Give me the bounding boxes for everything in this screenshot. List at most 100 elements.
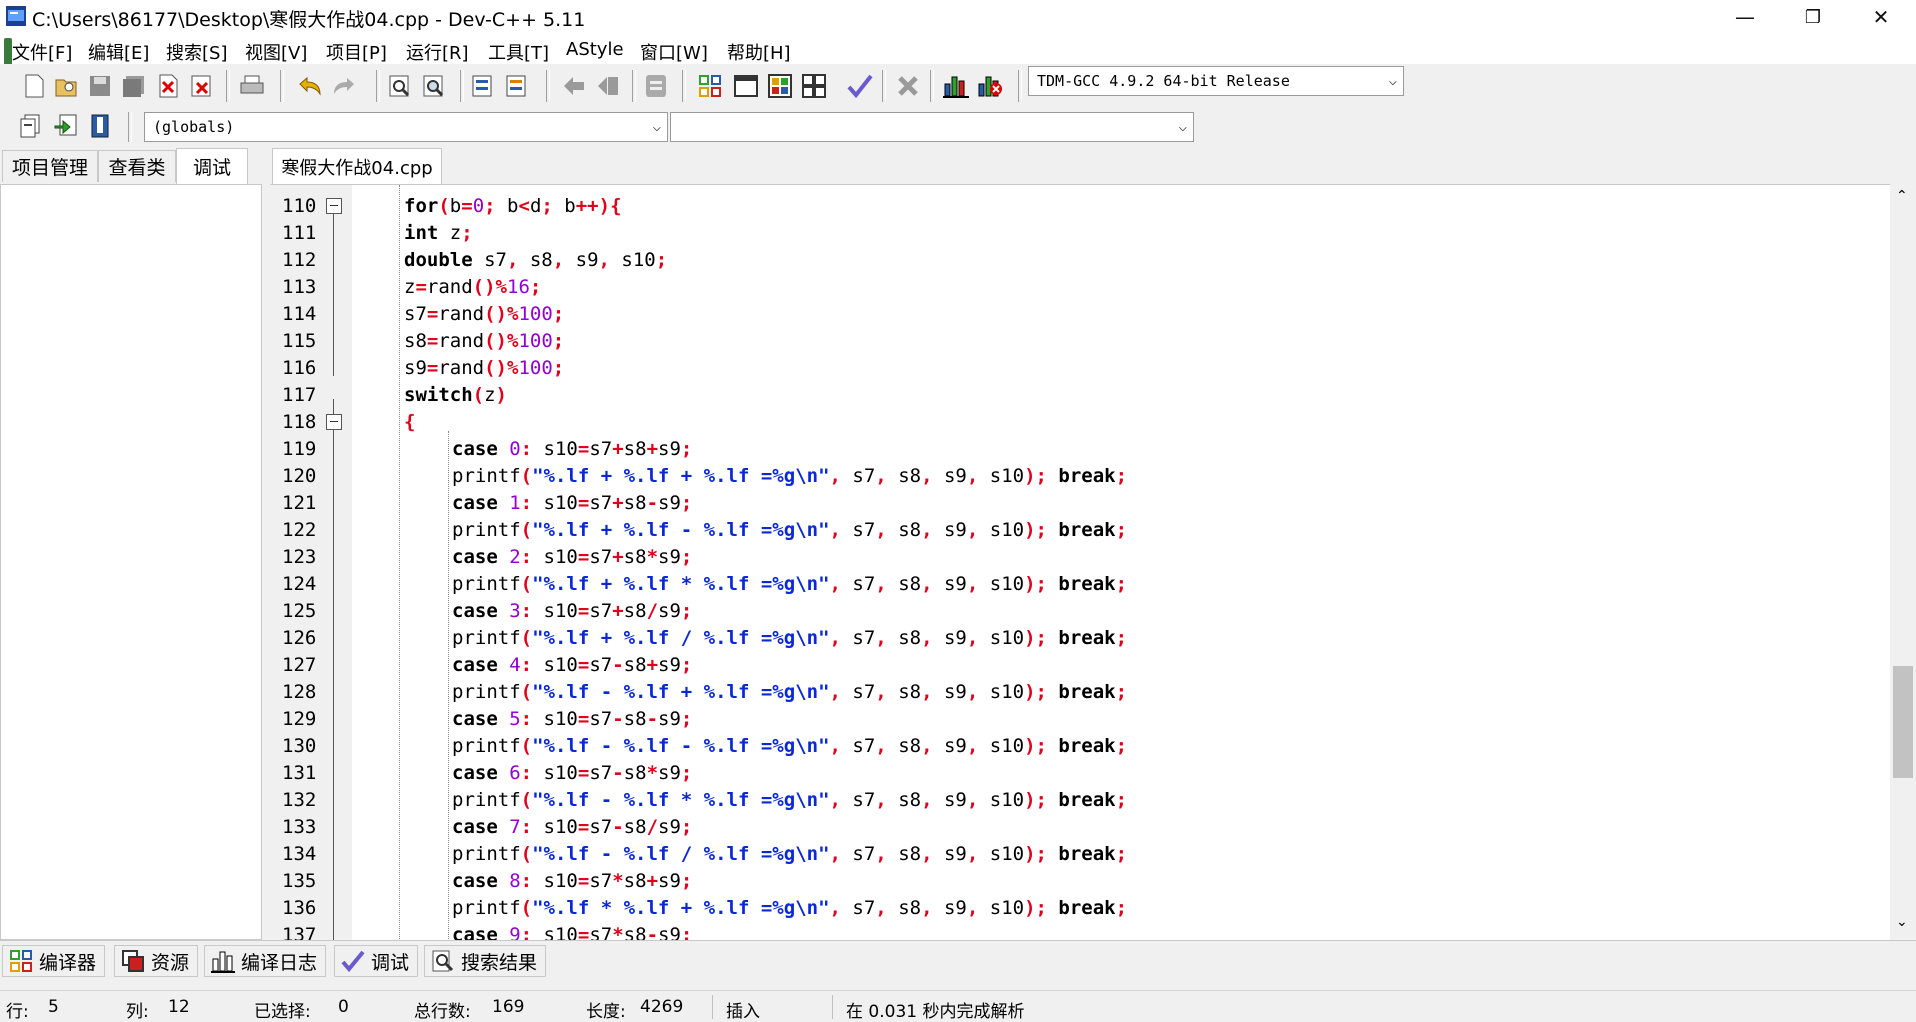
code-token: printf: [452, 681, 521, 703]
editor-tab-file[interactable]: 寒假大作战04.cpp: [272, 148, 442, 184]
replace-button[interactable]: [420, 72, 448, 100]
code-line[interactable]: 116 s9=rand()%100;: [270, 355, 1870, 382]
menu-view[interactable]: 视图[V]: [245, 39, 307, 65]
project-options-button[interactable]: [642, 72, 670, 100]
run-button[interactable]: [732, 72, 760, 100]
menu-file[interactable]: 文件[F]: [12, 39, 72, 65]
bookmark-button[interactable]: [86, 112, 114, 140]
stop-execution-button[interactable]: [894, 72, 922, 100]
code-token: -: [646, 708, 659, 730]
tab-class-browser[interactable]: 查看类: [98, 150, 176, 182]
compile-run-button[interactable]: [766, 72, 794, 100]
code-line[interactable]: 126 printf("%.lf + %.lf / %.lf =%g\n", s7…: [270, 625, 1870, 652]
code-line[interactable]: 111 int z;: [270, 220, 1870, 247]
code-line[interactable]: 114 s7=rand()%100;: [270, 301, 1870, 328]
fold-toggle-icon[interactable]: [326, 198, 342, 214]
restore-button[interactable]: ❐: [1780, 0, 1846, 34]
menu-astyle[interactable]: AStyle: [566, 39, 624, 60]
code-line[interactable]: 128 printf("%.lf - %.lf + %.lf =%g\n", s7…: [270, 679, 1870, 706]
tab-debug[interactable]: 调试: [176, 148, 248, 184]
vertical-scrollbar[interactable]: ⌃ ⌄: [1890, 184, 1916, 940]
fold-toggle-icon[interactable]: [326, 414, 342, 430]
minimize-button[interactable]: —: [1712, 0, 1778, 34]
close-all-button[interactable]: [188, 72, 216, 100]
code-line[interactable]: 122 printf("%.lf + %.lf - %.lf =%g\n", s7…: [270, 517, 1870, 544]
add-to-project-button[interactable]: [560, 72, 588, 100]
code-line[interactable]: 127 case 4: s10=s7-s8+s9;: [270, 652, 1870, 679]
menu-window[interactable]: 窗口[W]: [640, 39, 708, 65]
code-line[interactable]: 134 printf("%.lf - %.lf / %.lf =%g\n", s7…: [270, 841, 1870, 868]
new-file-button[interactable]: [20, 72, 48, 100]
tab-compiler[interactable]: 编译器: [2, 945, 106, 977]
undo-button[interactable]: [296, 72, 324, 100]
code-line[interactable]: 121 case 1: s10=s7+s8-s9;: [270, 490, 1870, 517]
save-button[interactable]: [86, 72, 114, 100]
rebuild-all-button[interactable]: [800, 72, 828, 100]
indent-button[interactable]: [468, 72, 496, 100]
close-button[interactable]: ✕: [1848, 0, 1914, 34]
unindent-button[interactable]: [502, 72, 530, 100]
code-line[interactable]: 130 printf("%.lf - %.lf - %.lf =%g\n", s7…: [270, 733, 1870, 760]
profile-button[interactable]: [942, 72, 970, 100]
menu-run[interactable]: 运行[R]: [406, 39, 469, 65]
menu-project[interactable]: 项目[P]: [326, 39, 387, 65]
close-file-button[interactable]: [154, 72, 182, 100]
tab-project-manager[interactable]: 项目管理: [2, 150, 98, 182]
code-editor[interactable]: 110 for(b=0; b<d; b++){111 int z; 112 double…: [270, 184, 1916, 940]
redo-button[interactable]: [330, 72, 358, 100]
code-line[interactable]: 112 double s7, s8, s9, s10;: [270, 247, 1870, 274]
print-button[interactable]: [238, 72, 266, 100]
menu-edit[interactable]: 编辑[E]: [88, 39, 149, 65]
save-all-button[interactable]: [120, 72, 148, 100]
code-line[interactable]: 135 case 8: s10=s7*s8+s9;: [270, 868, 1870, 895]
menu-help[interactable]: 帮助[H]: [727, 39, 791, 65]
open-button[interactable]: [52, 72, 80, 100]
code-line[interactable]: 115 s8=rand()%100;: [270, 328, 1870, 355]
scrollbar-thumb[interactable]: [1893, 666, 1913, 778]
code-line[interactable]: 110 for(b=0; b<d; b++){: [270, 193, 1870, 220]
code-token: ){: [598, 195, 622, 217]
tab-debug-output[interactable]: 调试: [334, 945, 419, 977]
code-line[interactable]: 123 case 2: s10=s7+s8*s9;: [270, 544, 1870, 571]
devcpp-app-icon: [6, 6, 26, 26]
code-line[interactable]: 118 {: [270, 409, 1870, 436]
compiler-select[interactable]: TDM-GCC 4.9.2 64-bit Release ⌵: [1028, 66, 1404, 96]
code-line[interactable]: 132 printf("%.lf - %.lf * %.lf =%g\n", s7…: [270, 787, 1870, 814]
syntax-check-button[interactable]: [846, 72, 874, 100]
function-select[interactable]: ⌵: [670, 112, 1194, 142]
tab-resources[interactable]: 资源: [114, 945, 199, 977]
tab-compile-log[interactable]: 编译日志: [204, 945, 327, 977]
code-line[interactable]: 113 z=rand()%16;: [270, 274, 1870, 301]
code-line[interactable]: 137 case 9: s10=s7*s8-s9;: [270, 922, 1870, 940]
scroll-down-icon[interactable]: ⌄: [1896, 914, 1908, 930]
code-line[interactable]: 136 printf("%.lf * %.lf + %.lf =%g\n", s7…: [270, 895, 1870, 922]
bar-chart-icon: [943, 76, 969, 98]
code-line[interactable]: 124 printf("%.lf + %.lf * %.lf =%g\n", s7…: [270, 571, 1870, 598]
indent-icon: [472, 75, 492, 97]
code-token: :: [520, 708, 533, 730]
code-line[interactable]: 125 case 3: s10=s7+s8/s9;: [270, 598, 1870, 625]
code-token: s8: [886, 519, 922, 541]
status-insert-mode: 插入: [726, 1002, 760, 1022]
code-line[interactable]: 133 case 7: s10=s7-s8/s9;: [270, 814, 1870, 841]
code-token: s9: [658, 492, 681, 514]
delete-profile-button[interactable]: [976, 72, 1004, 100]
goto-definition-button[interactable]: [52, 112, 80, 140]
scope-select[interactable]: (globals) ⌵: [144, 112, 668, 142]
code-line[interactable]: 119 case 0: s10=s7+s8+s9;: [270, 436, 1870, 463]
code-line[interactable]: 120 printf("%.lf + %.lf + %.lf =%g\n", s7…: [270, 463, 1870, 490]
scroll-up-icon[interactable]: ⌃: [1896, 188, 1908, 204]
menu-search[interactable]: 搜索[S]: [166, 39, 227, 65]
code-token: z: [484, 384, 496, 406]
goto-declaration-button[interactable]: [16, 112, 44, 140]
menu-tools[interactable]: 工具[T]: [488, 39, 549, 65]
tab-search-results[interactable]: 搜索结果: [424, 945, 547, 977]
compile-button[interactable]: [696, 72, 724, 100]
code-token: :: [520, 654, 533, 676]
find-button[interactable]: [386, 72, 414, 100]
code-line[interactable]: 117 switch(z): [270, 382, 1870, 409]
code-line[interactable]: 131 case 6: s10=s7-s8*s9;: [270, 760, 1870, 787]
code-token: s7: [840, 897, 876, 919]
remove-from-project-button[interactable]: [594, 72, 622, 100]
code-line[interactable]: 129 case 5: s10=s7-s8-s9;: [270, 706, 1870, 733]
